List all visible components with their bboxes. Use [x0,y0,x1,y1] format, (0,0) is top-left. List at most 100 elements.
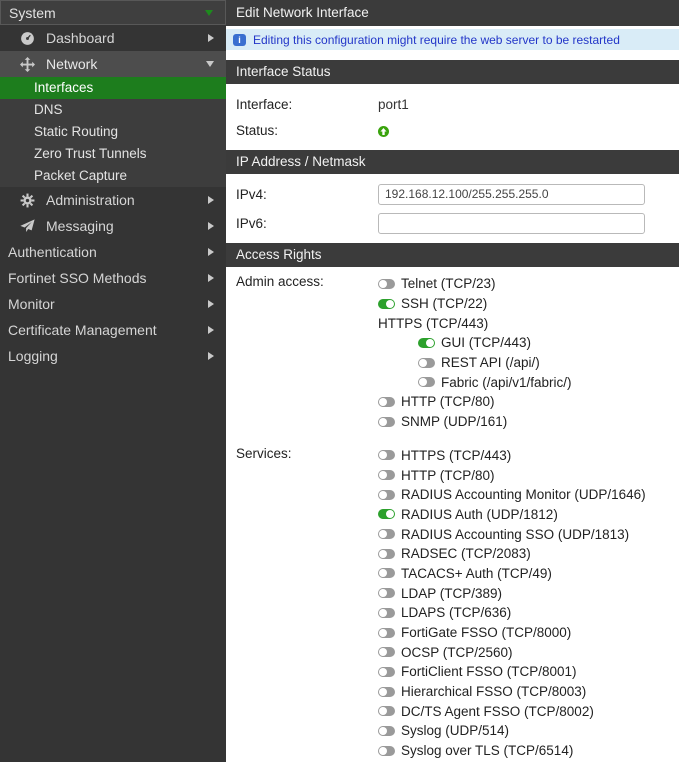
ipv6-input[interactable] [378,212,645,234]
toggle-switch[interactable] [378,568,395,579]
sidebar-subitem[interactable]: Zero Trust Tunnels [0,143,226,165]
toggle-switch[interactable] [378,396,395,407]
toggle-switch[interactable] [378,647,395,658]
section-header-ip: IP Address / Netmask [226,150,679,174]
toggle-row: LDAP (TCP/389) [378,583,646,603]
sidebar-subitem[interactable]: Interfaces [0,77,226,99]
toggle-switch[interactable] [418,357,435,368]
toggle-switch[interactable] [378,278,395,289]
sidebar-subitem-label: DNS [34,102,63,117]
sidebar-item-label: Fortinet SSO Methods [8,270,147,286]
chevron-right-icon [208,352,214,360]
network-submenu: Interfaces DNS Static Routing Zero Trust… [0,77,226,187]
toggle-row: Syslog (UDP/514) [378,721,646,741]
status-label: Status: [236,122,279,138]
toggle-label: HTTP (TCP/80) [401,467,495,483]
sidebar-item-label: Network [46,56,98,72]
toggle-label: Syslog (UDP/514) [401,723,510,739]
sidebar-item-dashboard[interactable]: Dashboard [0,25,226,51]
toggle-switch[interactable] [378,745,395,756]
sidebar-item[interactable]: Logging [0,343,226,369]
toggle-label: FortiGate FSSO (TCP/8000) [401,625,572,641]
sidebar-item[interactable]: Authentication [0,239,226,265]
toggle-switch[interactable] [378,470,395,481]
toggle-row: HTTP (TCP/80) [378,392,572,412]
toggle-switch[interactable] [378,489,395,500]
toggle-label: HTTPS (TCP/443) [401,447,512,463]
toggle-switch[interactable] [378,450,395,461]
sidebar-section-system[interactable]: System [0,0,226,25]
chevron-right-icon [208,248,214,256]
toggle-row: SNMP (UDP/161) [378,412,572,432]
toggle-switch[interactable] [378,548,395,559]
paper-plane-icon [19,218,36,234]
move-arrows-icon [19,56,36,72]
sidebar-item[interactable]: Monitor [0,291,226,317]
toggle-label: LDAPS (TCP/636) [401,605,512,621]
toggle-switch[interactable] [378,416,395,427]
toggle-row: GUI (TCP/443) [418,333,572,353]
sidebar-item-label: Monitor [8,296,55,312]
notice-text: Editing this configuration might require… [253,32,620,47]
toggle-label: SNMP (UDP/161) [401,414,508,430]
page-title: Edit Network Interface [226,0,679,26]
interface-label: Interface: [236,96,293,112]
toggle-label: Hierarchical FSSO (TCP/8003) [401,684,587,700]
chevron-right-icon [208,326,214,334]
gear-icon [19,192,36,208]
toggle-label: LDAP (TCP/389) [401,585,503,601]
sidebar-item-label: Administration [46,192,135,208]
sidebar-subitem[interactable]: DNS [0,99,226,121]
toggle-row: OCSP (TCP/2560) [378,642,646,662]
sidebar-item[interactable]: Fortinet SSO Methods [0,265,226,291]
admin-access-label: Admin access: [236,274,324,289]
ipv4-field: IPv4: [226,181,679,207]
toggle-row: HTTPS (TCP/443) [378,313,572,333]
toggle-row: RADIUS Auth (UDP/1812) [378,505,646,525]
toggle-label: GUI (TCP/443) [441,335,532,351]
toggle-row: RADIUS Accounting Monitor (UDP/1646) [378,485,646,505]
sidebar-subitem-label: Static Routing [34,124,119,139]
sidebar-item[interactable]: Certificate Management [0,317,226,343]
toggle-label: REST API (/api/) [441,355,540,371]
toggle-switch[interactable] [378,588,395,599]
sidebar-subitem[interactable]: Static Routing [0,121,226,143]
ipv4-input[interactable] [378,183,645,205]
toggle-label: DC/TS Agent FSSO (TCP/8002) [401,703,594,719]
toggle-switch[interactable] [378,666,395,677]
toggle-row: HTTPS (TCP/443) [378,446,646,466]
toggle-switch[interactable] [378,706,395,717]
toggle-switch[interactable] [418,377,435,388]
toggle-label: Fabric (/api/v1/fabric/) [441,374,572,390]
toggle-switch[interactable] [378,298,395,309]
arrow-up-circle-icon [378,125,389,137]
ip-body: IPv4: IPv6: [226,174,679,243]
toggle-switch[interactable] [378,509,395,520]
toggle-switch[interactable] [378,627,395,638]
sidebar-item-network[interactable]: Network [0,51,226,77]
ipv6-field: IPv6: [226,210,679,236]
toggle-row: TACACS+ Auth (TCP/49) [378,564,646,584]
sidebar-section-label: System [9,4,56,21]
sidebar-item-messaging[interactable]: Messaging [0,213,226,239]
toggle-switch[interactable] [418,337,435,348]
status-field: Status: [226,117,679,143]
toggle-label: SSH (TCP/22) [401,296,488,312]
toggle-switch[interactable] [378,686,395,697]
sidebar: System Dashboard Network Interfaces DNS … [0,0,226,762]
sidebar-root-items: Authentication Fortinet SSO Methods Moni… [0,239,226,369]
toggle-label: Syslog over TLS (TCP/6514) [401,743,574,759]
ipv4-label: IPv4: [236,186,267,202]
sidebar-subitem-label: Zero Trust Tunnels [34,146,147,161]
interface-status-body: Interface: port1 Status: [226,84,679,150]
section-header-interface-status: Interface Status [226,60,679,84]
toggle-row: Syslog over TLS (TCP/6514) [378,741,646,761]
toggle-switch[interactable] [378,607,395,618]
services-label: Services: [236,445,292,461]
sidebar-subitem[interactable]: Packet Capture [0,165,226,187]
toggle-row: FortiClient FSSO (TCP/8001) [378,662,646,682]
toggle-switch[interactable] [378,725,395,736]
sidebar-item-administration[interactable]: Administration [0,187,226,213]
chevron-right-icon [208,34,214,42]
toggle-switch[interactable] [378,529,395,540]
